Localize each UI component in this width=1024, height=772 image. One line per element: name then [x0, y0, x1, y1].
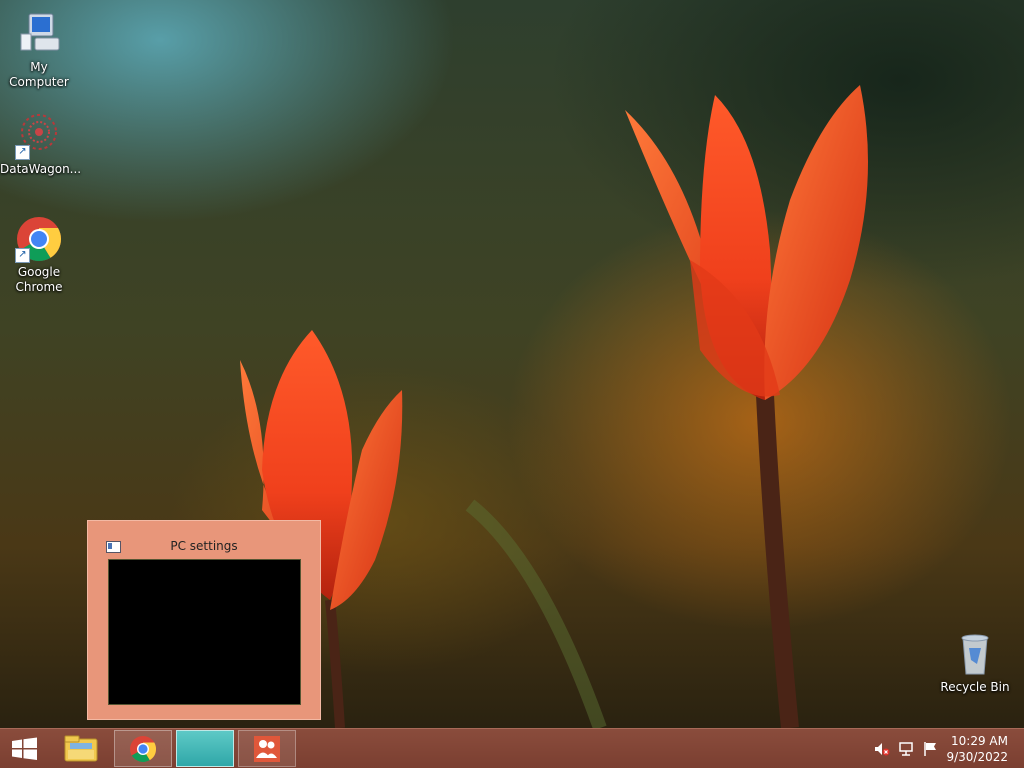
volume-muted-icon[interactable]	[873, 741, 891, 757]
chrome-icon	[130, 736, 157, 762]
datawagon-icon: ↗	[15, 112, 63, 160]
file-explorer-icon	[64, 735, 98, 762]
desktop: My Computer ↗ DataWagon... ↗ Google Chro…	[0, 0, 1024, 728]
homegroup-icon	[254, 736, 280, 762]
recycle-bin-icon	[951, 630, 999, 678]
computer-icon	[15, 10, 63, 58]
desktop-icon-google-chrome[interactable]: ↗ Google Chrome	[0, 215, 78, 295]
desktop-icon-label: DataWagon...	[0, 162, 82, 176]
desktop-icon-label: Recycle Bin	[940, 680, 1010, 694]
shortcut-arrow-icon: ↗	[15, 248, 30, 263]
taskbar-clock[interactable]: 10:29 AM 9/30/2022	[946, 733, 1008, 765]
action-center-flag-icon[interactable]	[922, 741, 940, 757]
preview-title: PC settings	[170, 539, 238, 553]
desktop-icon-label: My Computer	[9, 60, 69, 89]
chrome-icon: ↗	[15, 215, 63, 263]
taskbar-chrome-button[interactable]	[114, 730, 172, 767]
taskbar-homegroup-button[interactable]	[238, 730, 296, 767]
network-icon[interactable]	[898, 741, 916, 757]
taskbar: 10:29 AM 9/30/2022	[0, 728, 1024, 768]
clock-date: 9/30/2022	[946, 750, 1008, 764]
taskbar-file-explorer-button[interactable]	[56, 730, 106, 767]
taskbar-thumbnail-preview[interactable]: PC settings	[87, 520, 321, 720]
desktop-icon-label: Google Chrome	[15, 265, 63, 294]
desktop-icon-recycle-bin[interactable]: Recycle Bin	[936, 630, 1014, 695]
desktop-icon-my-computer[interactable]: My Computer	[0, 10, 78, 90]
start-button[interactable]	[0, 729, 48, 768]
clock-time: 10:29 AM	[951, 734, 1008, 748]
desktop-icon-datawagon[interactable]: ↗ DataWagon...	[0, 112, 82, 177]
start-icon	[12, 737, 37, 760]
taskbar-pc-settings-button[interactable]	[176, 730, 234, 767]
shortcut-arrow-icon: ↗	[15, 145, 30, 160]
preview-window-thumbnail[interactable]	[108, 559, 301, 705]
